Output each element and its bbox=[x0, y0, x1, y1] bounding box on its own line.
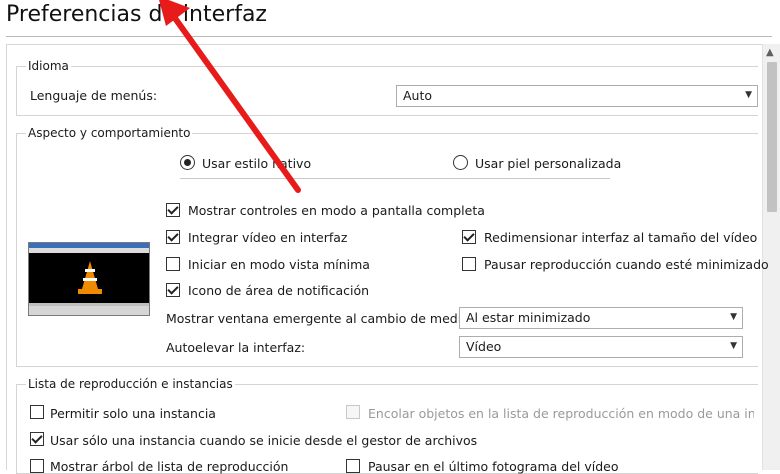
systray-icon-checkbox[interactable] bbox=[166, 283, 180, 297]
embed-video-label: Integrar vídeo en interfaz bbox=[188, 230, 348, 245]
radio-divider bbox=[180, 178, 610, 179]
pause-minimized-label: Pausar reproducción cuando esté minimiza… bbox=[484, 257, 769, 272]
scroll-thumb[interactable] bbox=[767, 62, 777, 212]
radio-custom-skin-label: Usar piel personalizada bbox=[475, 156, 622, 171]
menu-language-label: Lenguaje de menús: bbox=[30, 88, 158, 103]
show-playlist-tree-label: Mostrar árbol de lista de reproducción bbox=[50, 459, 289, 474]
chevron-down-icon: ▼ bbox=[730, 341, 737, 351]
show-playlist-tree-checkbox[interactable] bbox=[30, 459, 44, 473]
embed-video-checkbox[interactable] bbox=[166, 230, 180, 244]
raise-interface-label: Autoelevar la interfaz: bbox=[166, 340, 306, 355]
resize-interface-checkbox[interactable] bbox=[462, 230, 476, 244]
menu-language-value: Auto bbox=[403, 88, 433, 103]
title-divider bbox=[6, 36, 772, 37]
interface-preview-image bbox=[28, 242, 150, 316]
pause-last-frame-checkbox[interactable] bbox=[346, 459, 360, 473]
radio-native-style-label: Usar estilo nativo bbox=[202, 156, 312, 171]
vlc-cone-icon bbox=[78, 261, 102, 294]
resize-interface-label: Redimensionar interfaz al tamaño del víd… bbox=[484, 230, 758, 245]
minimal-view-checkbox[interactable] bbox=[166, 257, 180, 271]
enqueue-one-instance-checkbox[interactable] bbox=[346, 405, 360, 419]
one-instance-file-manager-checkbox[interactable] bbox=[30, 432, 44, 446]
aspecto-group-label: Aspecto y comportamiento bbox=[26, 126, 193, 140]
idioma-group-label: Idioma bbox=[26, 59, 71, 73]
fullscreen-controls-checkbox[interactable] bbox=[166, 203, 180, 217]
enqueue-one-instance-label: Encolar objetos en la lista de reproducc… bbox=[368, 406, 754, 421]
raise-interface-value: Vídeo bbox=[466, 339, 502, 354]
popup-select[interactable]: Al estar minimizado ▼ bbox=[459, 307, 743, 329]
one-instance-file-manager-label: Usar sólo una instancia cuando se inicie… bbox=[50, 433, 478, 448]
fullscreen-controls-label: Mostrar controles en modo a pantalla com… bbox=[188, 203, 485, 218]
scroll-up-icon[interactable]: ▲ bbox=[766, 48, 774, 58]
chevron-down-icon: ▼ bbox=[730, 312, 737, 322]
playlist-group-label: Lista de reproducción e instancias bbox=[26, 377, 235, 391]
radio-custom-skin[interactable] bbox=[453, 155, 468, 170]
minimal-view-label: Iniciar en modo vista mínima bbox=[188, 257, 370, 272]
pause-minimized-checkbox[interactable] bbox=[462, 257, 476, 271]
one-instance-label: Permitir solo una instancia bbox=[50, 406, 216, 421]
chevron-down-icon: ▼ bbox=[745, 90, 752, 100]
popup-label: Mostrar ventana emergente al cambio de m… bbox=[166, 311, 480, 326]
popup-value: Al estar minimizado bbox=[466, 310, 591, 325]
menu-language-select[interactable]: Auto ▼ bbox=[396, 85, 758, 107]
page-title: Preferencias de interfaz bbox=[6, 2, 267, 27]
radio-native-style[interactable] bbox=[180, 155, 195, 170]
pause-last-frame-label: Pausar en el último fotograma del vídeo bbox=[368, 459, 619, 474]
systray-icon-label: Icono de área de notificación bbox=[188, 283, 370, 298]
raise-interface-select[interactable]: Vídeo ▼ bbox=[459, 336, 743, 358]
one-instance-checkbox[interactable] bbox=[30, 405, 44, 419]
